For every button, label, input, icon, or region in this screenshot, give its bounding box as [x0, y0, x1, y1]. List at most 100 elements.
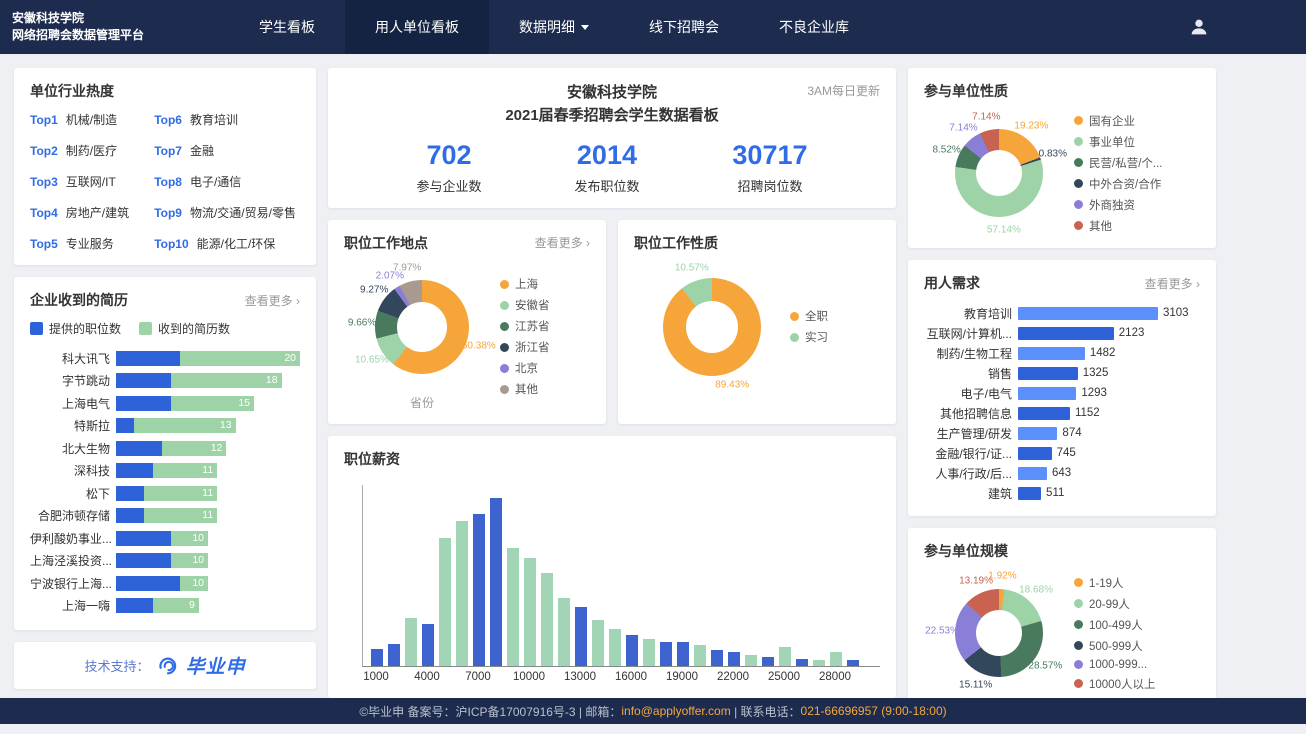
industry-name: 专业服务	[66, 237, 114, 251]
industry-rank-item: Top9物流/交通/贸易/零售	[154, 204, 300, 221]
bar-track: 12	[116, 441, 300, 456]
demand-title: 用人需求	[924, 273, 980, 293]
company-resumes-legend-item[interactable]: 提供的职位数	[30, 320, 121, 337]
demand-bar-row: 电子/电气1293	[924, 383, 1200, 403]
unit-scale-legend-item[interactable]: 1000-999...	[1074, 659, 1155, 671]
company-name: 松下	[30, 485, 116, 502]
legend-label: 安徽省	[515, 297, 550, 313]
stacked-bar: 20	[116, 351, 300, 366]
bar-value-label: 12	[211, 441, 223, 456]
job-type-legend-item[interactable]: 全职	[790, 308, 828, 324]
unit-scale-legend-item[interactable]: 20-99人	[1074, 596, 1155, 612]
stacked-bar: 10	[116, 531, 208, 546]
company-name: 科大讯飞	[30, 350, 116, 367]
unit-nature-legend-item[interactable]: 外商独资	[1074, 197, 1162, 213]
nav-item-label: 用人单位看板	[375, 17, 459, 37]
company-bar-row: 合肥沛顿存储11	[30, 505, 300, 528]
unit-scale-legend-item[interactable]: 1-19人	[1074, 575, 1155, 591]
histogram-bar	[558, 598, 570, 665]
job-type-legend-item[interactable]: 实习	[790, 329, 828, 345]
nav-data-detail[interactable]: 数据明细	[489, 0, 619, 54]
industry-heat-card: 单位行业热度 Top1机械/制造Top6教育培训Top2制药/医疗Top7金融T…	[14, 68, 316, 265]
company-name: 特斯拉	[30, 417, 116, 434]
job-location-legend-item[interactable]: 浙江省	[500, 339, 550, 355]
legend-label: 其他	[1089, 218, 1112, 234]
received-resumes-segment	[180, 351, 300, 366]
unit-nature-legend-item[interactable]: 民营/私营/个...	[1074, 155, 1162, 171]
footer-email[interactable]: info@applyoffer.com	[621, 704, 730, 718]
legend-marker-icon	[1074, 620, 1083, 629]
pie-percent-label: 28.57%	[1028, 661, 1062, 672]
unit-nature-legend-item[interactable]: 中外合资/合作	[1074, 176, 1162, 192]
job-location-legend-item[interactable]: 其他	[500, 381, 550, 397]
histogram-bar	[745, 655, 757, 665]
demand-category: 教育培训	[924, 305, 1018, 322]
user-avatar-button[interactable]	[1188, 16, 1210, 38]
demand-value: 643	[1052, 467, 1071, 479]
histogram-bar	[422, 624, 434, 666]
job-location-legend-item[interactable]: 江苏省	[500, 318, 550, 334]
unit-nature-legend: 国有企业事业单位民营/私营/个... 中外合资/合作外商独资其他	[1074, 113, 1162, 234]
unit-scale-legend-item[interactable]: 10000人以上	[1074, 676, 1155, 692]
legend-label: 收到的简历数	[158, 320, 230, 337]
legend-label: 国有企业	[1089, 113, 1135, 129]
industry-name: 电子/通信	[190, 175, 241, 189]
stat-value: 2014	[574, 140, 639, 171]
histogram-bar	[575, 607, 587, 666]
histogram-bar	[473, 514, 485, 665]
nav-student-dashboard[interactable]: 学生看板	[229, 0, 345, 54]
histogram-bar	[813, 660, 825, 665]
stacked-bar: 18	[116, 373, 282, 388]
nav-bad-company-db[interactable]: 不良企业库	[749, 0, 879, 54]
provided-jobs-segment	[116, 553, 171, 568]
x-axis-tick-label: 19000	[666, 671, 698, 683]
company-bar-row: 字节跳动18	[30, 370, 300, 393]
nav-offline-job-fair[interactable]: 线下招聘会	[619, 0, 749, 54]
legend-marker-icon	[1074, 158, 1083, 167]
company-resumes-title: 企业收到的简历	[30, 290, 128, 310]
job-location-legend-item[interactable]: 安徽省	[500, 297, 550, 313]
pie-percent-label: 15.11%	[959, 679, 992, 690]
histogram-bar	[456, 521, 468, 665]
legend-label: 北京	[515, 360, 538, 376]
unit-scale-legend-item[interactable]: 100-499人	[1074, 617, 1155, 633]
provided-jobs-segment	[116, 576, 180, 591]
job-location-more-link[interactable]: 查看更多 ›	[535, 234, 590, 251]
legend-marker-icon	[790, 312, 799, 321]
histogram-bar	[490, 498, 502, 666]
donut-hole	[686, 301, 738, 353]
job-location-legend-item[interactable]: 上海	[500, 276, 550, 292]
demand-category: 金融/银行/证...	[924, 445, 1018, 462]
bar-value-label: 15	[238, 396, 250, 411]
x-axis-tick-label: 1000	[363, 671, 389, 683]
unit-scale-legend-item[interactable]: 500-999人	[1074, 638, 1155, 654]
demand-more-link[interactable]: 查看更多 ›	[1145, 275, 1200, 292]
demand-bar	[1018, 407, 1070, 420]
legend-label: 100-499人	[1089, 617, 1143, 633]
bar-value-label: 11	[202, 463, 213, 478]
histogram-bar	[609, 629, 621, 666]
industry-name: 制药/医疗	[66, 144, 117, 158]
provided-jobs-segment	[116, 486, 144, 501]
biyeshen-logo-icon	[157, 655, 179, 677]
job-location-legend-item[interactable]: 北京	[500, 360, 550, 376]
bar-value-label: 10	[192, 531, 204, 546]
histogram-bar	[524, 558, 536, 666]
stats-row: 702参与企业数2014发布职位数30717招聘岗位数	[344, 140, 880, 195]
job-location-chart-wrap: 60.38%10.65%9.66%9.27%2.07%7.97% 省份	[344, 263, 500, 411]
histogram-bar	[796, 659, 808, 666]
demand-bar	[1018, 427, 1057, 440]
company-resumes-legend-item[interactable]: 收到的简历数	[139, 320, 230, 337]
legend-marker-icon	[790, 333, 799, 342]
unit-nature-legend-item[interactable]: 国有企业	[1074, 113, 1162, 129]
unit-nature-legend-item[interactable]: 事业单位	[1074, 134, 1162, 150]
pie-percent-label: 22.53%	[925, 626, 959, 637]
unit-nature-legend-item[interactable]: 其他	[1074, 218, 1162, 234]
top-navbar: 安徽科技学院 网络招聘会数据管理平台 学生看板用人单位看板数据明细线下招聘会不良…	[0, 0, 1306, 54]
nav-employer-dashboard[interactable]: 用人单位看板	[345, 0, 489, 54]
company-resumes-more-link[interactable]: 查看更多 ›	[245, 292, 300, 309]
histogram-bar	[711, 650, 723, 665]
bar-value-label: 9	[189, 598, 195, 613]
biyeshen-logo-text[interactable]: 毕业申	[186, 652, 246, 679]
legend-marker-icon	[500, 280, 509, 289]
